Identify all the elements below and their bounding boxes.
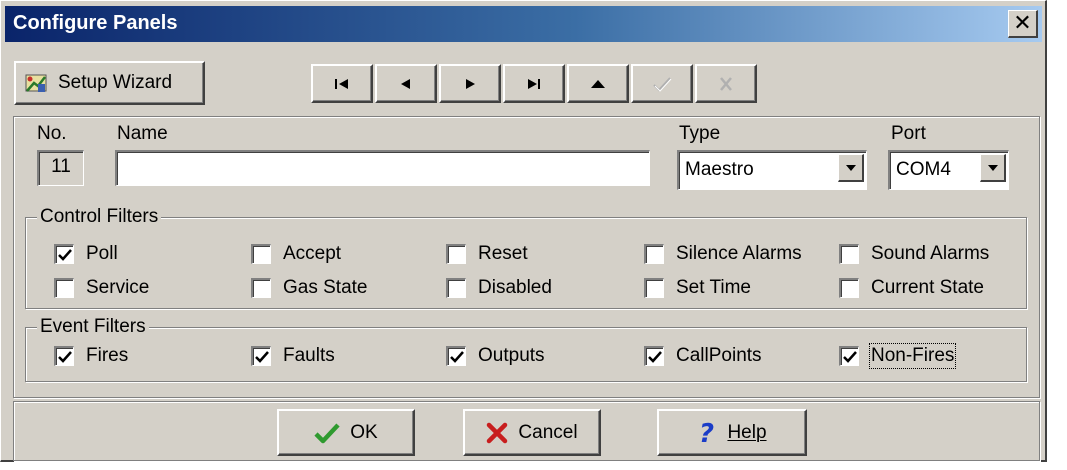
check-icon (449, 350, 464, 363)
setup-wizard-label: Setup Wizard (58, 72, 173, 93)
close-icon: ✕ (1013, 10, 1032, 35)
checkbox-sound-alarms[interactable]: Sound Alarms (839, 243, 989, 265)
checkmark-icon (314, 422, 340, 443)
next-record-button[interactable] (439, 64, 501, 103)
post-edit-button[interactable] (631, 64, 693, 103)
previous-record-icon (401, 78, 410, 89)
ok-label: OK (350, 421, 378, 443)
configure-panels-dialog: Configure Panels ✕ Setup Wizard No. 11 N… (0, 0, 1047, 462)
last-record-button[interactable] (503, 64, 565, 103)
setup-wizard-button[interactable]: Setup Wizard (14, 61, 205, 105)
checkbox-label: Accept (283, 243, 342, 264)
type-label: Type (679, 123, 721, 144)
checkbox-callpoints[interactable]: CallPoints (644, 345, 762, 367)
checkmark-icon (653, 76, 672, 92)
checkbox-reset[interactable]: Reset (446, 243, 528, 265)
check-icon (842, 350, 857, 363)
event-filters-title: Event Filters (37, 316, 149, 338)
check-icon (254, 350, 269, 363)
checkbox-label: Silence Alarms (676, 243, 802, 264)
port-dropdown-button[interactable] (980, 154, 1006, 182)
checkbox-fires[interactable]: Fires (54, 345, 128, 367)
checkbox-set-time[interactable]: Set Time (644, 277, 751, 299)
chevron-down-icon (987, 164, 998, 171)
window-title: Configure Panels (13, 12, 178, 34)
checkbox-label: Non-Fires (868, 343, 957, 369)
first-record-button[interactable] (311, 64, 373, 103)
checkbox-box[interactable] (839, 278, 859, 298)
checkbox-box[interactable] (251, 346, 271, 366)
checkbox-gas-state[interactable]: Gas State (251, 277, 368, 299)
triangle-up-icon (591, 79, 605, 88)
checkbox-label: Service (86, 277, 150, 298)
panel-number-field: 11 (37, 150, 84, 186)
checkbox-label: Disabled (478, 277, 552, 298)
checkbox-box[interactable] (54, 244, 74, 264)
checkbox-current-state[interactable]: Current State (839, 277, 984, 299)
checkbox-box[interactable] (54, 278, 74, 298)
port-select[interactable]: COM4 (888, 150, 1009, 190)
no-label: No. (37, 123, 67, 144)
help-label: Help (727, 421, 767, 443)
checkbox-box[interactable] (446, 346, 466, 366)
checkbox-box[interactable] (446, 244, 466, 264)
checkbox-service[interactable]: Service (54, 277, 149, 299)
control-filters-title: Control Filters (37, 206, 162, 228)
checkbox-disabled[interactable]: Disabled (446, 277, 552, 299)
help-button[interactable]: ? Help (657, 409, 807, 456)
checkbox-label: Fires (86, 345, 129, 366)
ok-button[interactable]: OK (277, 409, 415, 456)
checkbox-silence-alarms[interactable]: Silence Alarms (644, 243, 802, 265)
first-record-icon (335, 78, 348, 89)
checkbox-box[interactable] (251, 244, 271, 264)
check-icon (647, 350, 662, 363)
checkbox-accept[interactable]: Accept (251, 243, 341, 265)
title-bar: Configure Panels ✕ (5, 6, 1042, 42)
checkbox-poll[interactable]: Poll (54, 243, 118, 265)
checkbox-label: Set Time (676, 277, 751, 298)
checkbox-label: Gas State (283, 277, 368, 298)
checkbox-label: Faults (283, 345, 335, 366)
port-label: Port (891, 123, 926, 144)
cancel-edit-button[interactable] (695, 64, 757, 103)
checkbox-box[interactable] (839, 346, 859, 366)
checkbox-box[interactable] (644, 244, 664, 264)
type-select[interactable]: Maestro (677, 150, 867, 190)
cancel-x-icon (487, 422, 508, 443)
port-select-value: COM4 (896, 159, 951, 180)
checkbox-box[interactable] (446, 278, 466, 298)
cancel-label: Cancel (518, 421, 578, 443)
name-input[interactable] (115, 150, 650, 186)
checkbox-label: Current State (871, 277, 984, 298)
check-icon (57, 248, 72, 261)
checkbox-outputs[interactable]: Outputs (446, 345, 545, 367)
x-icon (720, 76, 732, 91)
checkbox-box[interactable] (644, 346, 664, 366)
checkbox-box[interactable] (54, 346, 74, 366)
previous-record-button[interactable] (375, 64, 437, 103)
question-mark-icon: ? (699, 420, 714, 446)
checkbox-non-fires[interactable]: Non-Fires (839, 343, 957, 369)
next-record-icon (466, 78, 475, 89)
insert-record-button[interactable] (567, 64, 629, 103)
chevron-down-icon (845, 164, 856, 171)
check-icon (57, 350, 72, 363)
checkbox-box[interactable] (251, 278, 271, 298)
checkbox-faults[interactable]: Faults (251, 345, 335, 367)
checkbox-label: CallPoints (676, 345, 762, 366)
checkbox-label: Outputs (478, 345, 545, 366)
checkbox-label: Reset (478, 243, 528, 264)
last-record-icon (528, 78, 540, 89)
checkbox-label: Sound Alarms (871, 243, 990, 264)
checkbox-box[interactable] (839, 244, 859, 264)
checkbox-label: Poll (86, 243, 118, 264)
name-label: Name (117, 123, 168, 144)
type-select-value: Maestro (685, 159, 754, 180)
cancel-button[interactable]: Cancel (463, 409, 601, 456)
checkbox-box[interactable] (644, 278, 664, 298)
type-dropdown-button[interactable] (838, 154, 864, 182)
close-button[interactable]: ✕ (1008, 10, 1038, 38)
wizard-icon (25, 74, 47, 92)
svg-text:?: ? (699, 420, 714, 446)
